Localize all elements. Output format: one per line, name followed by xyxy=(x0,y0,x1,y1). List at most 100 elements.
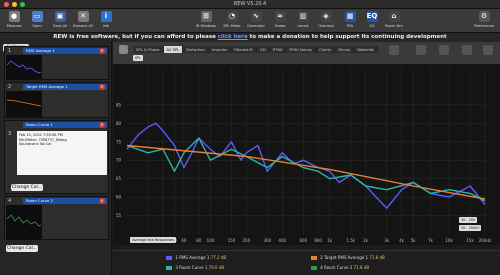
save-icon: ▣ xyxy=(54,11,66,22)
tab-spl-phase[interactable]: SPL & Phase xyxy=(133,46,164,53)
separate-icon xyxy=(389,45,399,55)
tab-rt60[interactable]: RT60 xyxy=(269,46,287,53)
remove-measurement-icon[interactable]: ✕ xyxy=(99,198,105,204)
overlays-button[interactable]: ◈ Overlays xyxy=(316,11,336,32)
tab-waterfall[interactable]: Waterfall xyxy=(354,46,379,53)
gear-icon: ⚙ xyxy=(478,11,490,22)
remove-measurement-icon[interactable]: ✕ xyxy=(99,48,105,54)
rta-icon: ▦ xyxy=(344,11,356,22)
spl-graph[interactable]: 30405060801001502003004006008001k1.5k2k3… xyxy=(113,64,500,245)
measure-button[interactable]: ● Measure xyxy=(4,11,24,32)
rta-button[interactable]: ▦ RTA xyxy=(340,11,360,32)
legend-number: 3 xyxy=(175,265,178,270)
tab-rt60-decay[interactable]: RT60 Decay xyxy=(286,46,316,53)
tab-clarity[interactable]: Clarity xyxy=(315,46,336,53)
remove-all-button[interactable]: ✕ Remove All xyxy=(73,11,93,32)
x-tick-label: 7k xyxy=(428,238,434,243)
spl-meter-button[interactable]: ◔ SPL Meter xyxy=(222,11,242,32)
x-tick-label: 300 xyxy=(264,238,272,243)
y-tick-label: 75 xyxy=(116,139,122,144)
save-all-button[interactable]: ▣ Save All xyxy=(50,11,70,32)
x-tick-label: 2k xyxy=(363,238,369,243)
measurement-thumbnail xyxy=(6,205,42,239)
measurement-soundcard: Soundcard: No Cal xyxy=(19,142,52,147)
x-tick-label: 800 xyxy=(314,238,322,243)
spl-selector[interactable]: SPL xyxy=(133,55,144,61)
preferences-button[interactable]: ⚙ Preferences xyxy=(474,11,494,32)
remove-measurement-icon[interactable]: ✕ xyxy=(99,84,105,90)
graph-tabs: SPL & Phase All SPL Distortion Impulse F… xyxy=(133,46,379,53)
generator-button[interactable]: ∿ Generator xyxy=(246,11,266,32)
ir-windows-button[interactable]: ⊞ IR Windows xyxy=(196,11,216,32)
average-responses-button[interactable]: Average the Responses xyxy=(130,237,177,243)
tab-distortion[interactable]: Distortion xyxy=(183,46,209,53)
y-tick-label: 60 xyxy=(116,195,122,200)
tab-impulse[interactable]: Impulse xyxy=(208,46,231,53)
room-sim-button[interactable]: ⌂ Room Sim xyxy=(384,11,404,32)
info-button[interactable]: i Info xyxy=(96,11,116,32)
eq-button[interactable]: EQ EQ xyxy=(362,11,382,32)
change-cal-button[interactable]: Change Cal... xyxy=(11,184,43,191)
legend-value: 71.8 dB xyxy=(369,255,385,260)
levels-button[interactable]: ▥ Levels xyxy=(293,11,313,32)
camera-icon xyxy=(118,45,128,54)
measurement-card[interactable]: Target RMS Average 1 ✕ 2 xyxy=(4,82,109,118)
legend-swatch xyxy=(166,256,172,260)
tab-gd[interactable]: GD xyxy=(256,46,270,53)
legend-item[interactable]: 3 Room Curve 1 79.0 dB xyxy=(166,265,224,270)
tab-filtered-ir[interactable]: Filtered IR xyxy=(230,46,257,53)
legend-item[interactable]: 1 RMS Average 1 77.2 dB xyxy=(166,255,226,260)
y-tick-label: 70 xyxy=(116,158,122,163)
measurement-card[interactable]: Room Curve 2 ✕ 4 xyxy=(4,196,109,240)
range-box[interactable]: 10 - 200 xyxy=(459,217,478,223)
legend-value: 77.2 dB xyxy=(210,255,227,260)
x-tick-label: 600 xyxy=(299,238,307,243)
window-title: REW V5.20.4 xyxy=(233,1,267,7)
y-tick-label: 55 xyxy=(116,213,122,218)
main-toolbar: ● Measure ▭ Open ▣ Save All ✕ Remove All… xyxy=(0,9,500,33)
change-cal-button[interactable]: Change Cal... xyxy=(6,245,38,252)
info-button-label: Info xyxy=(102,24,110,28)
remove-measurement-icon[interactable]: ✕ xyxy=(99,122,105,128)
measurement-card-selected[interactable]: Room Curve 1 ✕ 3 Feb 15, 2022 7:50:58 PM… xyxy=(4,120,109,194)
limits-icon xyxy=(462,45,472,55)
scope-button[interactable]: ≈ Scope xyxy=(270,11,290,32)
legend-item[interactable]: 4 Room Curve 2 71.8 dB xyxy=(311,265,369,270)
measurement-title[interactable]: Room Curve 2 xyxy=(23,198,107,204)
x-tick-label: 100 xyxy=(207,238,215,243)
thumbnail-plot xyxy=(6,214,42,227)
open-button[interactable]: ▭ Open xyxy=(27,11,47,32)
donation-banner: REW is free software, but if you can aff… xyxy=(0,33,500,42)
legend-number: 4 xyxy=(320,265,323,270)
scroll-bars-icon xyxy=(416,45,426,55)
legend-number: 2 xyxy=(320,255,323,260)
x-tick-label: 80 xyxy=(196,238,202,243)
measurement-number: 2 xyxy=(8,84,12,90)
measurement-card[interactable]: RMS Average 1 ✕ 1 xyxy=(4,46,109,80)
graph-header: Capture SPL & Phase All SPL Distortion I… xyxy=(113,42,500,71)
measurement-number: 1 xyxy=(8,48,12,54)
measurement-details: Feb 15, 2022 7:50:58 PM Mic/Meter: 70587… xyxy=(17,131,107,175)
remove-icon: ✕ xyxy=(77,11,89,22)
ir-windows-icon: ⊞ xyxy=(200,11,212,22)
range-box[interactable]: 20 - 20000 xyxy=(459,225,482,231)
spl-chart[interactable]: 30405060801001502003004006008001k1.5k2k3… xyxy=(113,64,500,245)
overlays-icon: ◈ xyxy=(320,11,332,22)
tab-all-spl[interactable]: All SPL xyxy=(163,46,184,53)
measurement-title[interactable]: RMS Average 1 xyxy=(23,48,107,54)
legend-name: Target RMS Average 1 xyxy=(324,255,369,260)
x-tick-label: 1k xyxy=(327,238,333,243)
measurement-title[interactable]: Target RMS Average 1 xyxy=(23,84,107,90)
window-titlebar: REW V5.20.4 xyxy=(0,0,500,9)
x-tick-label: 5k xyxy=(411,238,417,243)
graph-legend: 1 RMS Average 1 77.2 dB 2 Target RMS Ave… xyxy=(113,250,500,275)
spl-meter-icon: ◔ xyxy=(226,11,238,22)
measurement-card-footer: Change Cal... xyxy=(4,242,109,266)
legend-item[interactable]: 2 Target RMS Average 1 71.8 dB xyxy=(311,255,385,260)
x-tick-label: 400 xyxy=(278,238,286,243)
tab-decay[interactable]: Decay xyxy=(335,46,355,53)
donation-link[interactable]: click here xyxy=(218,34,248,40)
legend-swatch xyxy=(311,266,317,270)
measurement-title[interactable]: Room Curve 1 xyxy=(23,122,107,128)
y-tick-label: 85 xyxy=(116,102,122,107)
